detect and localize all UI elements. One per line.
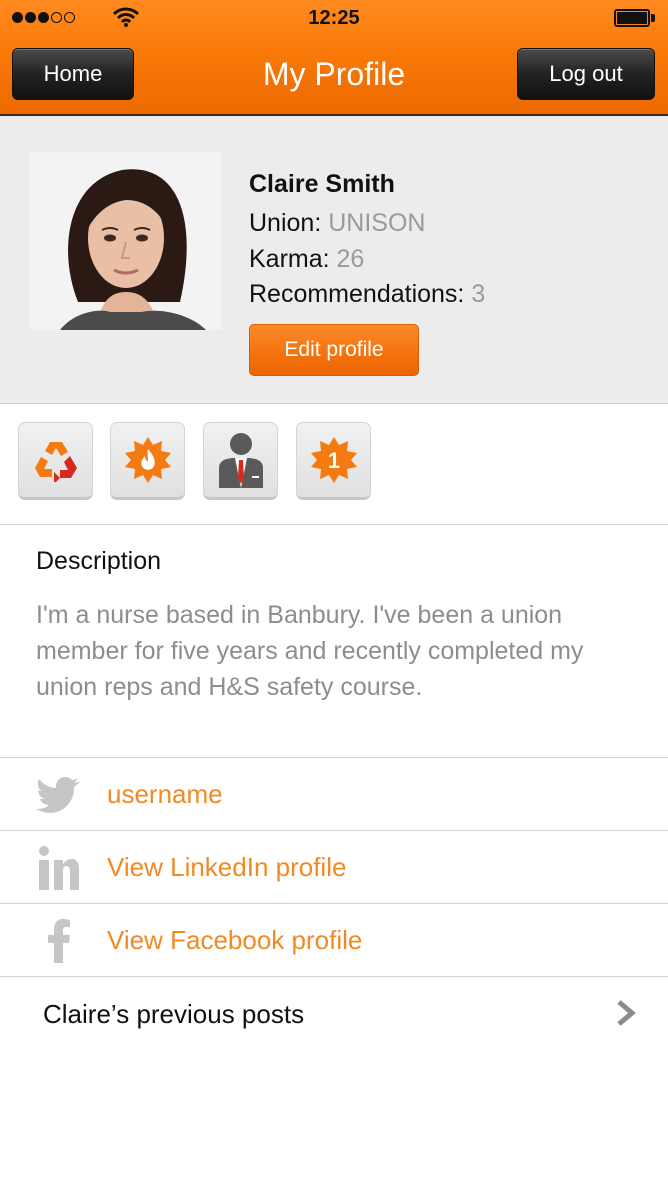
- chevron-right-icon: [617, 1000, 636, 1026]
- badge-flame[interactable]: [110, 422, 185, 500]
- facebook-icon: [36, 918, 82, 964]
- badge-row: 1: [0, 404, 668, 525]
- number-one-badge-icon: 1: [310, 437, 357, 483]
- rep-person-icon: [218, 433, 263, 488]
- badge-number-one[interactable]: 1: [296, 422, 371, 500]
- description-heading: Description: [36, 547, 162, 575]
- facebook-row[interactable]: View Facebook profile: [0, 904, 668, 977]
- status-bar: 12:25: [0, 0, 668, 38]
- profile-name: Claire Smith: [249, 170, 395, 198]
- header-bar: 12:25 Home My Profile Log out: [0, 0, 668, 116]
- facebook-link[interactable]: View Facebook profile: [107, 925, 362, 956]
- description-section: Description I'm a nurse based in Banbury…: [0, 525, 668, 758]
- twitter-link[interactable]: username: [107, 779, 223, 810]
- battery-icon: [614, 9, 656, 27]
- avatar: [30, 152, 222, 330]
- status-time: 12:25: [308, 7, 360, 29]
- linkedin-row[interactable]: View LinkedIn profile: [0, 831, 668, 904]
- twitter-row[interactable]: username: [0, 758, 668, 831]
- linkedin-icon: [36, 845, 82, 891]
- badge-recycle[interactable]: [18, 422, 93, 500]
- previous-posts-row[interactable]: Claire’s previous posts: [0, 977, 668, 1051]
- profile-recommendations: Recommendations: 3: [249, 280, 486, 308]
- badge-number-text: 1: [327, 448, 339, 473]
- logout-button[interactable]: Log out: [517, 48, 655, 100]
- previous-posts-label: Claire’s previous posts: [43, 999, 305, 1029]
- profile-summary: Claire Smith Union: UNISON Karma: 26 Rec…: [0, 116, 668, 404]
- recycle-icon: [34, 442, 77, 482]
- profile-karma: Karma: 26: [249, 245, 365, 273]
- twitter-icon: [36, 772, 82, 818]
- edit-profile-button[interactable]: Edit profile: [249, 324, 419, 376]
- profile-union: Union: UNISON: [249, 209, 426, 237]
- linkedin-link[interactable]: View LinkedIn profile: [107, 852, 346, 883]
- flame-badge-icon: [124, 437, 171, 483]
- badge-rep[interactable]: [203, 422, 278, 500]
- description-text: I'm a nurse based in Banbury. I've been …: [36, 601, 584, 701]
